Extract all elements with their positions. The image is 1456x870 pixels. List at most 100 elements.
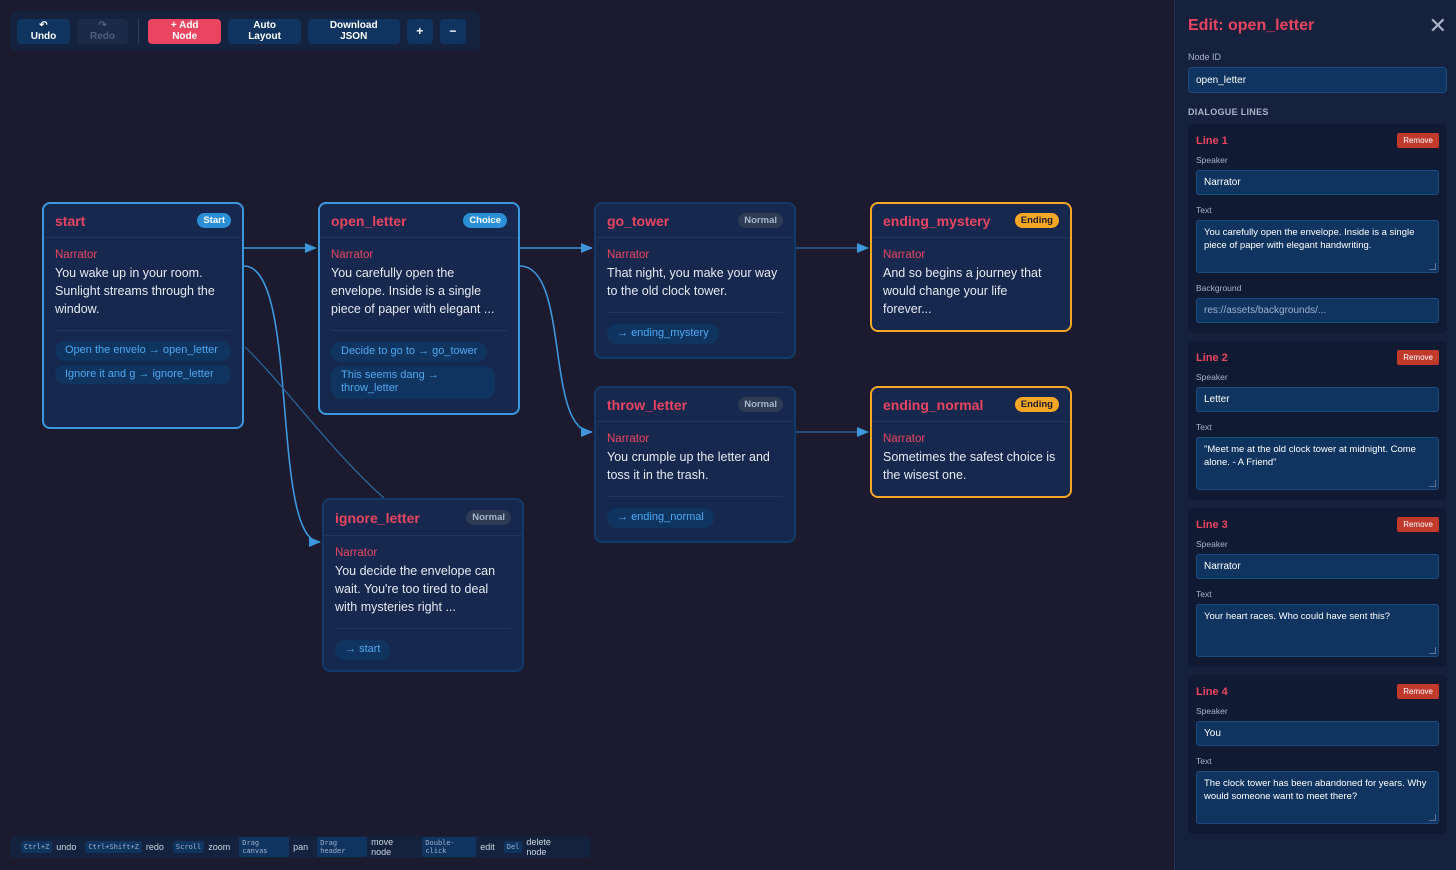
choice-label: Decide to go to <box>341 345 415 357</box>
dialogue-line-card: Line 2 Remove Speaker Letter Text "Meet … <box>1188 341 1447 500</box>
node-header[interactable]: ending_mystery Ending <box>872 204 1070 238</box>
shortcut-desc: pan <box>293 842 309 852</box>
panel-title: Edit: open_letter <box>1188 17 1315 34</box>
speaker-input[interactable]: Narrator <box>1196 554 1439 579</box>
choice-target: ignore_letter <box>152 367 214 380</box>
graph-canvas[interactable]: ↶ Undo ↷ Redo + Add Node Auto Layout Dow… <box>0 0 1174 870</box>
shortcut-key: Scroll <box>172 841 205 853</box>
close-icon[interactable]: ✕ <box>1429 15 1447 37</box>
node-id-label: Node ID <box>1188 52 1222 62</box>
undo-button[interactable]: ↶ Undo <box>17 18 70 44</box>
node-header[interactable]: ending_normal Ending <box>872 388 1070 422</box>
background-input[interactable]: res://assets/backgrounds/... <box>1196 298 1439 323</box>
text-textarea[interactable]: The clock tower has been abandoned for y… <box>1196 771 1439 824</box>
background-label: Background <box>1196 283 1242 293</box>
toolbar: ↶ Undo ↷ Redo + Add Node Auto Layout Dow… <box>10 11 480 51</box>
next-target: ending_mystery <box>631 327 709 339</box>
node-line-text: That night, you make your way to the old… <box>607 266 778 298</box>
node-speaker: Narrator <box>607 249 650 261</box>
node-title: ending_mystery <box>883 212 991 229</box>
choice-label: Open the envelo <box>65 344 146 356</box>
next-link[interactable]: → ending_mystery <box>607 324 719 344</box>
text-label: Text <box>1196 589 1212 599</box>
node-open-letter[interactable]: open_letter Choice Narrator You carefull… <box>318 202 520 415</box>
remove-line-button[interactable]: Remove <box>1397 684 1439 699</box>
remove-line-button[interactable]: Remove <box>1397 133 1439 148</box>
line-title: Line 4 <box>1196 685 1228 698</box>
node-speaker: Narrator <box>607 433 650 445</box>
node-title: open_letter <box>331 212 407 229</box>
node-start[interactable]: start Start Narrator You wake up in your… <box>42 202 244 429</box>
text-textarea[interactable]: "Meet me at the old clock tower at midni… <box>1196 437 1439 490</box>
zoom-out-button[interactable]: − <box>439 18 467 44</box>
shortcut-desc: move node <box>371 837 394 857</box>
node-id-input[interactable]: open_letter <box>1188 67 1447 93</box>
zoom-in-button[interactable]: + <box>406 18 433 44</box>
node-throw-letter[interactable]: throw_letter Normal Narrator You crumple… <box>594 386 796 543</box>
node-line-text: And so begins a journey that would chang… <box>883 266 1042 316</box>
node-type-badge: Start <box>197 213 231 228</box>
choice-link[interactable]: This seems dang → throw_letter <box>331 365 495 399</box>
shortcut-desc: zoom <box>208 842 231 852</box>
add-node-button[interactable]: + Add Node <box>148 18 222 44</box>
next-link[interactable]: → start <box>335 640 391 660</box>
node-header[interactable]: ignore_letter Normal <box>324 500 522 536</box>
text-textarea[interactable]: Your heart races. Who could have sent th… <box>1196 604 1439 657</box>
choice-target: go_tower <box>432 345 478 357</box>
node-title: throw_letter <box>607 396 688 413</box>
arrow-right-icon: → <box>148 344 160 356</box>
node-header[interactable]: open_letter Choice <box>320 204 518 238</box>
node-title: start <box>55 212 86 229</box>
node-header[interactable]: throw_letter Normal <box>596 388 794 422</box>
node-ending-normal[interactable]: ending_normal Ending Narrator Sometimes … <box>870 386 1072 498</box>
remove-line-button[interactable]: Remove <box>1397 517 1439 532</box>
line-title: Line 2 <box>1196 351 1228 364</box>
text-label: Text <box>1196 205 1212 215</box>
shortcut-key: Double-click <box>422 837 477 857</box>
arrow-right-icon: → <box>345 643 356 655</box>
auto-layout-button[interactable]: Auto Layout <box>228 18 301 44</box>
choice-link[interactable]: Open the envelo → open_letter <box>55 341 231 361</box>
arrow-right-icon: → <box>138 367 150 380</box>
choice-link[interactable]: Decide to go to → go_tower <box>331 342 488 362</box>
node-header[interactable]: start Start <box>44 204 242 238</box>
node-ignore-letter[interactable]: ignore_letter Normal Narrator You decide… <box>322 498 524 672</box>
edit-panel: Edit: open_letter ✕ Node ID open_letter … <box>1174 0 1456 870</box>
toolbar-divider <box>138 18 140 44</box>
node-speaker: Narrator <box>331 249 374 261</box>
node-line-text: You crumple up the letter and toss it in… <box>607 450 770 482</box>
choice-label: Ignore it and g <box>65 367 136 380</box>
node-speaker: Narrator <box>883 249 926 261</box>
choice-label: This seems dang <box>341 368 425 381</box>
line-title: Line 3 <box>1196 518 1228 531</box>
download-json-button[interactable]: Download JSON <box>307 18 400 44</box>
edge-start-ignore-letter <box>243 265 321 547</box>
shortcut-key: Ctrl+Shift+Z <box>85 841 142 853</box>
shortcut-desc: undo <box>56 842 77 852</box>
node-type-badge: Normal <box>738 213 783 228</box>
node-line-text: You carefully open the envelope. Inside … <box>331 266 495 316</box>
node-go-tower[interactable]: go_tower Normal Narrator That night, you… <box>594 202 796 359</box>
text-label: Text <box>1196 756 1212 766</box>
speaker-input[interactable]: You <box>1196 721 1439 746</box>
speaker-input[interactable]: Letter <box>1196 387 1439 412</box>
node-type-badge: Choice <box>463 213 507 228</box>
redo-button[interactable]: ↷ Redo <box>77 18 129 44</box>
node-ending-mystery[interactable]: ending_mystery Ending Narrator And so be… <box>870 202 1072 332</box>
node-type-badge: Normal <box>738 397 783 412</box>
node-title: go_tower <box>607 212 670 229</box>
choice-target: throw_letter <box>341 382 399 394</box>
speaker-input[interactable]: Narrator <box>1196 170 1439 195</box>
choice-link[interactable]: Ignore it and g → ignore_letter <box>55 364 231 384</box>
remove-line-button[interactable]: Remove <box>1397 350 1439 365</box>
speaker-label: Speaker <box>1196 539 1228 549</box>
node-header[interactable]: go_tower Normal <box>596 204 794 238</box>
speaker-label: Speaker <box>1196 706 1228 716</box>
text-textarea[interactable]: You carefully open the envelope. Inside … <box>1196 220 1439 273</box>
line-title: Line 1 <box>1196 134 1228 147</box>
shortcut-key: Drag header <box>317 837 368 857</box>
next-link[interactable]: → ending_normal <box>607 508 714 528</box>
node-line-text: Sometimes the safest choice is the wises… <box>883 450 1056 482</box>
shortcut-desc: redo <box>145 842 164 852</box>
arrow-right-icon: → <box>427 368 439 381</box>
